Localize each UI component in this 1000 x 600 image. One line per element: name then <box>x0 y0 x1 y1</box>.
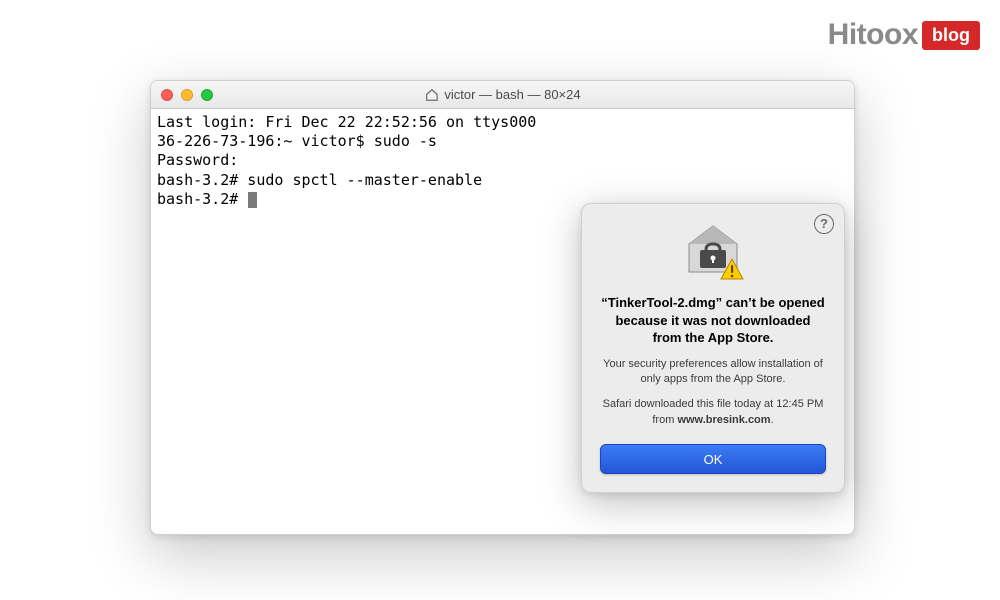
close-button[interactable] <box>161 89 173 101</box>
window-title-text: victor — bash — 80×24 <box>444 87 580 102</box>
watermark-badge: blog <box>922 21 980 50</box>
terminal-line: Password: <box>157 151 238 169</box>
titlebar[interactable]: victor — bash — 80×24 <box>151 81 854 109</box>
ok-button[interactable]: OK <box>600 444 826 474</box>
alert-source-host: www.bresink.com <box>677 414 770 426</box>
watermark: Hitoox blog <box>828 18 980 52</box>
home-icon <box>424 88 438 102</box>
zoom-button[interactable] <box>201 89 213 101</box>
gatekeeper-dialog: ? “TinkerTool-2.dmg” can’t be opened bec… <box>581 203 845 493</box>
terminal-line: 36-226-73-196:~ victor$ sudo -s <box>157 132 437 150</box>
alert-source-suffix: . <box>771 414 774 426</box>
cursor-icon <box>248 192 257 208</box>
alert-source: Safari downloaded this file today at 12:… <box>600 397 826 428</box>
watermark-brand: Hitoox <box>828 18 918 52</box>
alert-title: “TinkerTool-2.dmg” can’t be opened becau… <box>600 294 826 347</box>
security-icon <box>682 224 744 282</box>
terminal-line: bash-3.2# sudo spctl --master-enable <box>157 171 482 189</box>
minimize-button[interactable] <box>181 89 193 101</box>
traffic-lights <box>151 89 213 101</box>
terminal-line: bash-3.2# <box>157 190 247 208</box>
terminal-line: Last login: Fri Dec 22 22:52:56 on ttys0… <box>157 113 536 131</box>
window-title: victor — bash — 80×24 <box>424 87 580 102</box>
help-button[interactable]: ? <box>814 214 834 234</box>
alert-body: Your security preferences allow installa… <box>600 357 826 388</box>
